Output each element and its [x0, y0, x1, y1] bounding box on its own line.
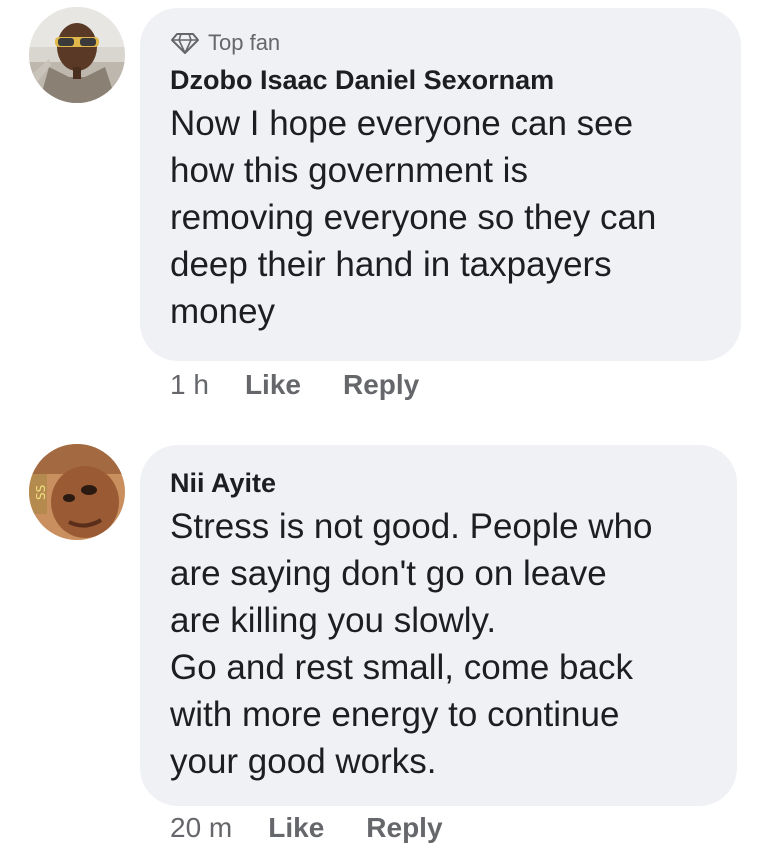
avatar[interactable] — [29, 7, 125, 103]
diamond-icon — [170, 31, 200, 55]
comment-text: Stress is not good. People who are sayin… — [170, 507, 653, 781]
svg-text:SS: SS — [34, 485, 48, 500]
top-fan-badge[interactable]: Top fan — [170, 28, 715, 58]
like-button[interactable]: Like — [268, 812, 324, 844]
reply-button[interactable]: Reply — [366, 812, 442, 844]
avatar[interactable]: SS — [29, 444, 125, 540]
comment-bubble: Top fan Dzobo Isaac Daniel Sexornam Now … — [140, 8, 741, 361]
avatar-photo — [29, 7, 125, 103]
comment-author[interactable]: Nii Ayite — [170, 465, 711, 501]
comment-actions: 20 m Like Reply — [170, 812, 443, 844]
reply-button[interactable]: Reply — [343, 369, 419, 401]
comment-timestamp[interactable]: 1 h — [170, 369, 209, 401]
avatar-photo: SS — [29, 444, 125, 540]
comment-timestamp[interactable]: 20 m — [170, 812, 232, 844]
comment-bubble: Nii Ayite Stress is not good. People who… — [140, 445, 737, 806]
like-button[interactable]: Like — [245, 369, 301, 401]
comment-text: Now I hope everyone can see how this gov… — [170, 104, 657, 331]
badge-label: Top fan — [208, 30, 281, 55]
comment-author[interactable]: Dzobo Isaac Daniel Sexornam — [170, 62, 715, 98]
comment-actions: 1 h Like Reply — [170, 369, 419, 401]
